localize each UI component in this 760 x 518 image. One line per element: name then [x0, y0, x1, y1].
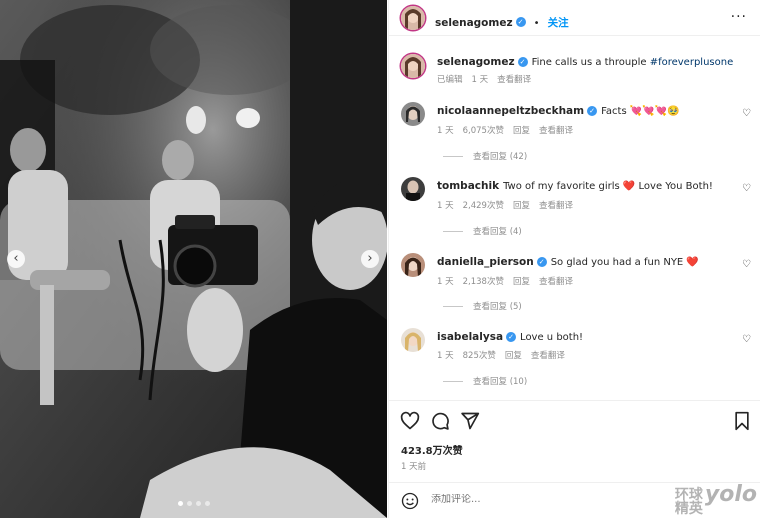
comment-like-heart-icon[interactable]: ♡ [742, 183, 751, 194]
comment-avatar[interactable] [401, 177, 425, 201]
caption-username[interactable]: selenagomez [437, 56, 515, 68]
comment-likes[interactable]: 6,075次赞 [463, 126, 504, 136]
add-comment-bar: 环球精英yolo [389, 482, 760, 518]
follow-button[interactable]: 关注 [548, 17, 569, 29]
comment-text: Facts 💘💘💘🥹 [601, 106, 680, 117]
verified-badge-icon: ✓ [587, 106, 598, 116]
carousel-prev-button[interactable]: ‹ [7, 250, 25, 268]
caption: selenagomez ✓ Fine calls us a throuple #fo… [389, 48, 760, 88]
action-bar: 423.8万次赞 [389, 400, 760, 460]
post-time: 1 天前 [401, 462, 427, 472]
carousel-dot [195, 501, 201, 506]
watermark-yolo: yolo [704, 482, 757, 507]
replies-divider [443, 156, 463, 157]
comment-bubble-icon[interactable] [430, 411, 450, 431]
caption-text: Fine calls us a throuple [531, 57, 650, 68]
comment-item: daniella_pierson ✓ So glad you had a fun N… [389, 251, 760, 321]
post-photo[interactable]: ‹ › [0, 0, 387, 518]
caption-edited: 已编辑 [437, 75, 463, 85]
view-replies-label: 查看回复 (5) [473, 302, 522, 312]
comment-username[interactable]: nicolaannepeltzbeckham [437, 105, 584, 117]
verified-badge-icon: ✓ [515, 16, 526, 27]
bookmark-save-icon[interactable] [732, 411, 752, 431]
comment-avatar[interactable] [401, 102, 425, 126]
comment-avatar[interactable] [401, 253, 425, 277]
comment-item: nicolaannepeltzbeckham ✓ Facts 💘💘💘🥹 ♡ 1 天 6… [389, 100, 760, 170]
carousel-dot [204, 501, 210, 506]
view-replies-label: 查看回复 (42) [473, 152, 528, 162]
comment-avatar[interactable] [401, 328, 425, 352]
comment-reply-button[interactable]: 回复 [513, 201, 530, 211]
comment-likes[interactable]: 825次赞 [463, 351, 496, 361]
emoji-smiley-icon[interactable] [401, 492, 419, 510]
caption-translate[interactable]: 查看翻译 [497, 75, 531, 85]
comment-translate[interactable]: 查看翻译 [539, 201, 573, 211]
watermark-line2: 精英 [674, 501, 703, 517]
view-replies-button[interactable]: 查看回复 (5) [443, 300, 522, 312]
comment-like-heart-icon[interactable]: ♡ [742, 259, 751, 270]
like-heart-icon[interactable] [400, 411, 420, 431]
comment-username[interactable]: isabelalysa [437, 331, 503, 343]
photo-image [0, 0, 387, 518]
comment-reply-button[interactable]: 回复 [513, 277, 530, 287]
comment-translate[interactable]: 查看翻译 [539, 277, 573, 287]
watermark-logo: 环球 精英yolo [674, 484, 757, 517]
verified-badge-icon: ✓ [517, 57, 528, 67]
comment-text: So glad you had a fun NYE ❤️ [550, 257, 699, 268]
comment-input[interactable] [431, 494, 631, 505]
comment-like-heart-icon[interactable]: ♡ [742, 334, 751, 345]
verified-badge-icon: ✓ [536, 257, 547, 267]
view-replies-button[interactable]: 查看回复 (10) [443, 375, 527, 387]
like-count[interactable]: 423.8万次赞 [401, 442, 463, 457]
comment-item: tombachik Two of my favorite girls ❤️ Lov… [389, 175, 760, 245]
post-header: selenagomez ✓ • 关注 ··· [389, 0, 760, 36]
comment-age: 1 天 [437, 201, 454, 211]
verified-badge-icon: ✓ [506, 332, 517, 342]
comment-likes[interactable]: 2,429次赞 [463, 201, 504, 211]
comment-age: 1 天 [437, 351, 454, 361]
comment-text: Love u both! [520, 332, 584, 343]
comment-age: 1 天 [437, 126, 454, 136]
caption-avatar[interactable] [401, 54, 425, 78]
carousel-dot [177, 501, 183, 506]
caption-hashtag[interactable]: #foreverplusone [650, 57, 734, 68]
comment-age: 1 天 [437, 277, 454, 287]
comment-username[interactable]: daniella_pierson [437, 256, 534, 268]
carousel-dots [0, 491, 387, 510]
share-send-icon[interactable] [460, 411, 480, 431]
comment-item: isabelalysa ✓ Love u both! ♡ 1 天 825次赞 回复 查看翻… [389, 326, 760, 396]
comment-translate[interactable]: 查看翻译 [531, 351, 565, 361]
comment-username[interactable]: tombachik [437, 180, 499, 192]
carousel-next-button[interactable]: › [361, 250, 379, 268]
comment-translate[interactable]: 查看翻译 [539, 126, 573, 136]
replies-divider [443, 381, 463, 382]
replies-divider [443, 231, 463, 232]
replies-divider [443, 306, 463, 307]
view-replies-label: 查看回复 (10) [473, 377, 528, 387]
more-options-icon[interactable]: ··· [731, 9, 747, 25]
comment-like-heart-icon[interactable]: ♡ [742, 108, 751, 119]
author-avatar[interactable] [401, 6, 425, 30]
view-replies-button[interactable]: 查看回复 (4) [443, 225, 522, 237]
comment-reply-button[interactable]: 回复 [505, 351, 522, 361]
comment-reply-button[interactable]: 回复 [513, 126, 530, 136]
view-replies-button[interactable]: 查看回复 (42) [443, 150, 527, 162]
comment-likes[interactable]: 2,138次赞 [463, 277, 504, 287]
carousel-dot [186, 501, 192, 506]
caption-age: 1 天 [471, 75, 489, 85]
author-username[interactable]: selenagomez [435, 17, 513, 29]
comment-text: Two of my favorite girls ❤️ Love You Bot… [503, 181, 713, 192]
view-replies-label: 查看回复 (4) [473, 227, 522, 237]
post-panel: selenagomez ✓ • 关注 ··· selenagomez ✓ Fine c… [388, 0, 760, 518]
